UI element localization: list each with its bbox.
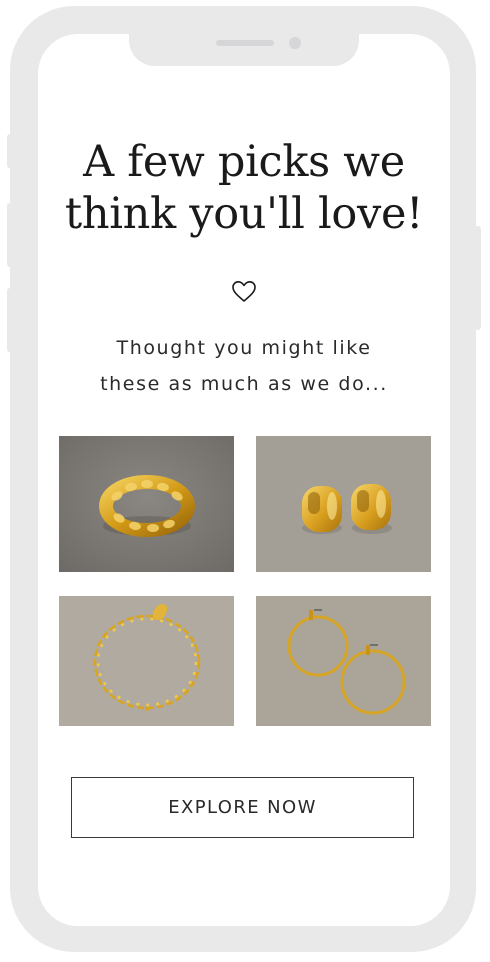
product-image-chain-bracelet[interactable] — [59, 596, 234, 726]
product-image-huggie-earrings[interactable] — [256, 436, 431, 572]
chain-bracelet-photo — [59, 596, 234, 726]
braided-ring-photo — [59, 436, 234, 572]
headline-line-2: think you'll love! — [64, 189, 424, 239]
headline: A few picks we think you'll love! — [38, 136, 450, 240]
subtitle-line-1: Thought you might like — [116, 337, 372, 359]
subtitle-line-2: these as much as we do... — [100, 373, 388, 395]
heart-icon — [232, 281, 256, 302]
email-preview-canvas: A few picks we think you'll love! Though… — [0, 0, 490, 962]
phone-speaker — [216, 40, 274, 46]
hoop-earrings-photo — [256, 596, 431, 726]
product-image-hoop-earrings[interactable] — [256, 596, 431, 726]
explore-now-button[interactable]: EXPLORE NOW — [71, 777, 414, 838]
product-image-braided-ring[interactable] — [59, 436, 234, 572]
phone-camera — [289, 37, 301, 49]
huggie-earrings-photo — [256, 436, 431, 572]
subtitle: Thought you might like these as much as … — [38, 330, 450, 402]
headline-line-1: A few picks we — [83, 137, 405, 187]
